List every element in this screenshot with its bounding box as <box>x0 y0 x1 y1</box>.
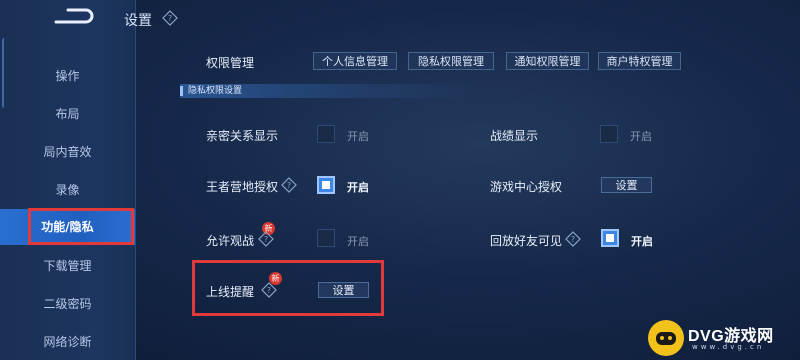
help-icon[interactable]: ? <box>261 282 277 298</box>
svg-text:?: ? <box>571 235 575 244</box>
intimacy-checkbox[interactable] <box>317 125 335 143</box>
svg-text:?: ? <box>267 286 271 295</box>
replay-visibility-state: 开启 <box>631 235 653 248</box>
sidebar-item-replay[interactable]: 录像 <box>0 181 135 198</box>
sidebar-item-partial: ― <box>64 34 76 38</box>
sidebar-item-password[interactable]: 二级密码 <box>0 295 135 312</box>
page-title: 设置 <box>124 13 152 29</box>
svg-text:?: ? <box>264 235 268 244</box>
section-header-label: 隐私权限设置 <box>188 86 243 96</box>
tab-notification-permissions[interactable]: 通知权限管理 <box>506 52 589 70</box>
sidebar-item-download[interactable]: 下载管理 <box>0 257 135 274</box>
intimacy-state: 开启 <box>347 130 369 143</box>
help-icon[interactable]: ? <box>258 231 274 247</box>
replay-visibility-checkbox[interactable] <box>601 229 619 247</box>
online-alert-settings-button[interactable]: 设置 <box>318 282 369 298</box>
help-icon[interactable]: ? <box>281 177 297 193</box>
online-alert-label: 上线提醒 <box>206 285 255 299</box>
sidebar: ― 操作 布局 局内音效 录像 功能/隐私 下载管理 二级密码 网络诊断 <box>0 0 136 360</box>
section-marker <box>180 86 183 96</box>
highlight-box-sidebar <box>28 208 134 245</box>
record-label: 战绩显示 <box>490 129 539 143</box>
tab-personal-info[interactable]: 个人信息管理 <box>313 52 397 70</box>
replay-visibility-label: 回放好友可见 <box>490 234 563 248</box>
permissions-label: 权限管理 <box>206 56 255 70</box>
sidebar-item-sound[interactable]: 局内音效 <box>0 143 135 160</box>
help-icon[interactable]: ? <box>162 10 178 26</box>
camp-state: 开启 <box>347 181 369 194</box>
intimacy-label: 亲密关系显示 <box>206 129 279 143</box>
watermark-url: www.dvg.cn <box>692 343 765 351</box>
back-arrow-icon[interactable] <box>50 8 104 28</box>
spectate-checkbox[interactable] <box>317 229 335 247</box>
help-icon[interactable]: ? <box>565 231 581 247</box>
record-state: 开启 <box>630 130 652 143</box>
game-center-settings-button[interactable]: 设置 <box>601 177 652 193</box>
sidebar-item-operation[interactable]: 操作 <box>0 67 135 84</box>
sidebar-item-network[interactable]: 网络诊断 <box>0 333 135 350</box>
section-header: 隐私权限设置 <box>180 84 480 98</box>
spectate-label: 允许观战 <box>206 234 255 248</box>
watermark-emblem-icon <box>648 320 684 356</box>
tab-privacy-permissions[interactable]: 隐私权限管理 <box>408 52 494 70</box>
camp-label: 王者营地授权 <box>206 180 279 194</box>
svg-text:?: ? <box>287 181 291 190</box>
game-center-label: 游戏中心授权 <box>490 180 563 194</box>
record-checkbox[interactable] <box>600 125 618 143</box>
watermark-logo: DVG游戏网 www.dvg.cn <box>648 318 798 358</box>
tab-merchant-privileges[interactable]: 商户特权管理 <box>598 52 681 70</box>
sidebar-item-layout[interactable]: 布局 <box>0 105 135 122</box>
svg-text:?: ? <box>168 14 172 23</box>
camp-checkbox[interactable] <box>317 176 335 194</box>
spectate-state: 开启 <box>347 235 369 248</box>
